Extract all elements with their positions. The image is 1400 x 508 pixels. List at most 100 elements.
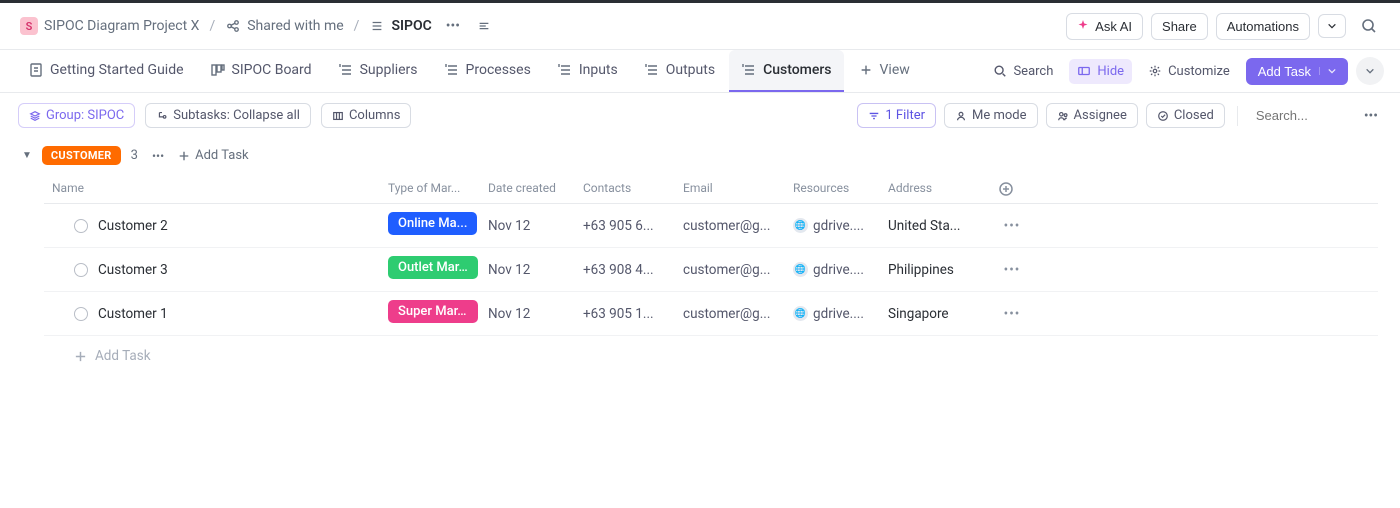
group-add-task-button[interactable]: Add Task — [178, 148, 249, 163]
date-cell[interactable]: Nov 12 — [484, 306, 579, 322]
column-header-contacts[interactable]: Contacts — [579, 181, 679, 197]
collapse-arrow-icon[interactable]: ▼ — [22, 150, 32, 161]
add-task-row[interactable]: Add Task — [44, 336, 1378, 376]
tab-sipoc-board[interactable]: SIPOC Board — [198, 50, 324, 92]
breadcrumb-shared-label: Shared with me — [247, 18, 343, 34]
subtasks-pill[interactable]: Subtasks: Collapse all — [145, 103, 311, 128]
automations-label: Automations — [1227, 19, 1299, 34]
address-cell[interactable]: United Sta... — [884, 218, 994, 234]
board-icon — [210, 62, 226, 78]
closed-label: Closed — [1174, 108, 1214, 123]
group-pill[interactable]: Group: SIPOC — [18, 103, 135, 128]
contacts-cell[interactable]: +63 908 4... — [579, 262, 679, 278]
plus-icon — [858, 62, 874, 78]
status-circle-icon[interactable] — [74, 263, 88, 277]
add-view-label: View — [880, 62, 910, 78]
type-tag[interactable]: Online Ma... — [388, 212, 477, 235]
hide-button[interactable]: Hide — [1069, 59, 1132, 84]
email-cell[interactable]: customer@g... — [679, 306, 789, 322]
list-arrow-icon — [338, 62, 354, 78]
assignee-pill[interactable]: Assignee — [1046, 103, 1138, 128]
me-mode-pill[interactable]: Me mode — [944, 103, 1038, 128]
chevron-down-icon — [1319, 67, 1336, 75]
list-arrow-icon — [741, 62, 757, 78]
add-view-button[interactable]: View — [846, 50, 922, 92]
contacts-cell[interactable]: +63 905 1... — [579, 306, 679, 322]
task-name: Customer 1 — [98, 306, 168, 322]
person-icon — [955, 110, 967, 122]
layers-icon — [29, 110, 41, 122]
row-more-icon[interactable]: ••• — [1004, 262, 1021, 278]
add-task-button[interactable]: Add Task — [1246, 58, 1348, 85]
search-input[interactable] — [1256, 108, 1346, 123]
closed-pill[interactable]: Closed — [1146, 103, 1225, 128]
list-arrow-icon — [644, 62, 660, 78]
ask-ai-button[interactable]: Ask AI — [1066, 13, 1143, 40]
hide-icon — [1077, 64, 1091, 78]
column-header-date[interactable]: Date created — [484, 181, 579, 197]
breadcrumb-shared[interactable]: Shared with me — [221, 15, 347, 37]
filter-pill-label: 1 Filter — [885, 108, 925, 123]
columns-pill[interactable]: Columns — [321, 103, 412, 128]
gear-icon — [1148, 64, 1162, 78]
tab-processes[interactable]: Processes — [432, 50, 543, 92]
subtasks-icon — [156, 110, 168, 122]
type-tag[interactable]: Outlet Mar... — [388, 256, 478, 279]
column-header-resources[interactable]: Resources — [789, 181, 884, 197]
breadcrumb-project[interactable]: S SIPOC Diagram Project X — [16, 14, 203, 38]
breadcrumb-more-icon[interactable]: ••• — [442, 16, 464, 36]
table-row[interactable]: Customer 1 Super Mar... Nov 12 +63 905 1… — [44, 292, 1378, 336]
breadcrumb-current[interactable]: SIPOC — [365, 15, 435, 37]
filter-pill[interactable]: 1 Filter — [857, 103, 936, 128]
tab-outputs[interactable]: Outputs — [632, 50, 727, 92]
add-column-button[interactable] — [998, 181, 1014, 197]
global-search-button[interactable] — [1354, 11, 1384, 41]
group-badge[interactable]: CUSTOMER — [42, 146, 121, 165]
tab-getting-started[interactable]: Getting Started Guide — [16, 50, 196, 92]
address-cell[interactable]: Singapore — [884, 306, 994, 322]
email-cell[interactable]: customer@g... — [679, 218, 789, 234]
table-row[interactable]: Customer 2 Online Ma... Nov 12 +63 905 6… — [44, 204, 1378, 248]
add-task-label: Add Task — [1258, 64, 1311, 79]
type-tag[interactable]: Super Mar... — [388, 300, 478, 323]
automations-button[interactable]: Automations — [1216, 13, 1310, 40]
address-cell[interactable]: Philippines — [884, 262, 994, 278]
group-more-icon[interactable]: ••• — [148, 147, 168, 165]
columns-pill-label: Columns — [349, 108, 401, 123]
tab-label: SIPOC Board — [232, 62, 312, 78]
automations-chevron-button[interactable] — [1318, 14, 1346, 38]
column-header-email[interactable]: Email — [679, 181, 789, 197]
share-icon — [225, 18, 241, 34]
globe-icon: 🌐 — [793, 218, 808, 233]
list-arrow-icon — [444, 62, 460, 78]
row-more-icon[interactable]: ••• — [1004, 306, 1021, 322]
row-more-icon[interactable]: ••• — [1004, 218, 1021, 234]
expand-icon[interactable] — [476, 18, 492, 34]
contacts-cell[interactable]: +63 905 6... — [579, 218, 679, 234]
email-cell[interactable]: customer@g... — [679, 262, 789, 278]
status-circle-icon[interactable] — [74, 307, 88, 321]
customize-button[interactable]: Customize — [1140, 59, 1238, 84]
group-count: 3 — [131, 148, 138, 163]
resources-cell[interactable]: 🌐gdrive.... — [789, 218, 884, 234]
share-button[interactable]: Share — [1151, 13, 1208, 40]
separator — [1237, 106, 1238, 126]
date-cell[interactable]: Nov 12 — [484, 218, 579, 234]
sparkle-icon — [1077, 20, 1089, 32]
filter-more-icon[interactable]: ••• — [1360, 106, 1382, 126]
column-header-type[interactable]: Type of Mar... — [384, 181, 484, 197]
column-header-address[interactable]: Address — [884, 181, 994, 197]
resources-cell[interactable]: 🌐gdrive.... — [789, 262, 884, 278]
table-row[interactable]: Customer 3 Outlet Mar... Nov 12 +63 908 … — [44, 248, 1378, 292]
column-header-name[interactable]: Name — [44, 181, 384, 197]
status-circle-icon[interactable] — [74, 219, 88, 233]
tab-customers[interactable]: Customers — [729, 50, 843, 92]
view-search-button[interactable]: Search — [985, 59, 1061, 84]
more-menu-button[interactable] — [1356, 57, 1384, 85]
date-cell[interactable]: Nov 12 — [484, 262, 579, 278]
plus-icon — [178, 150, 190, 162]
tab-suppliers[interactable]: Suppliers — [326, 50, 430, 92]
breadcrumb-separator: / — [354, 18, 360, 34]
tab-inputs[interactable]: Inputs — [545, 50, 630, 92]
resources-cell[interactable]: 🌐gdrive.... — [789, 306, 884, 322]
